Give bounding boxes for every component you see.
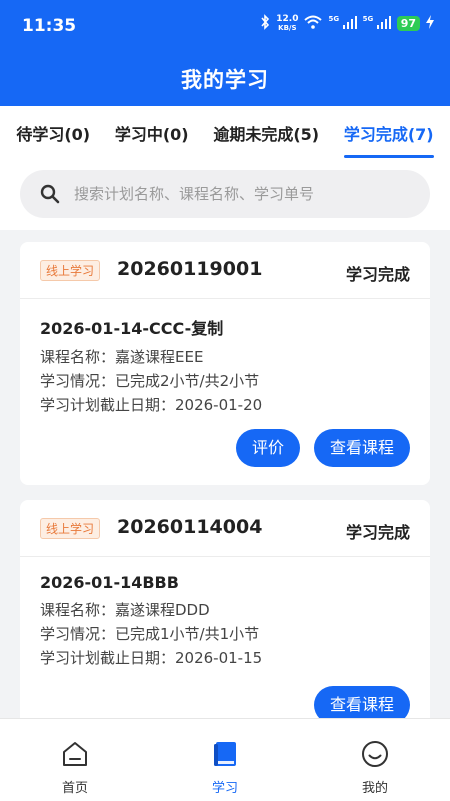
study-list: 线上学习 20260119001 学习完成 2026-01-14-CCC-复制 … bbox=[0, 240, 450, 718]
card-actions: 评价 查看课程 bbox=[235, 429, 410, 467]
bottom-nav: 首页 学习 我的 bbox=[0, 718, 450, 801]
bluetooth-icon bbox=[260, 14, 270, 33]
nav-mine-label: 我的 bbox=[361, 781, 388, 796]
tab-bar: 待学习(0) 学习中(0) 逾期未完成(5) 学习完成(7) bbox=[0, 106, 450, 160]
study-code: 20260119001 bbox=[117, 258, 263, 280]
wifi-icon bbox=[304, 15, 323, 32]
study-status: 学习完成 bbox=[345, 265, 410, 284]
card-body: 2026-01-14-CCC-复制 课程名称：嘉遂课程EEE 学习情况：已完成2… bbox=[20, 299, 430, 417]
sim1-signal-icon: 5G bbox=[328, 15, 357, 32]
study-status: 学习完成 bbox=[345, 523, 410, 542]
status-bar: 11:35 12.0 KB/S 5G 5G 97 bbox=[0, 0, 450, 52]
battery-indicator: 97 bbox=[396, 16, 420, 31]
search-bar[interactable] bbox=[20, 170, 430, 218]
nav-home-label: 首页 bbox=[61, 781, 88, 796]
book-icon bbox=[214, 742, 236, 766]
tab-overdue[interactable]: 逾期未完成(5) bbox=[213, 107, 319, 159]
sim2-signal-icon: 5G bbox=[363, 15, 391, 32]
study-type-badge: 线上学习 bbox=[40, 260, 101, 281]
plan-name: 2026-01-14-CCC-复制 bbox=[40, 319, 224, 338]
nav-study[interactable]: 学习 bbox=[165, 719, 285, 796]
net-speed: 12.0 KB/S bbox=[276, 13, 299, 32]
course-name: 课程名称：嘉遂课程DDD bbox=[40, 601, 210, 619]
nav-home[interactable]: 首页 bbox=[15, 719, 135, 796]
search-icon bbox=[40, 184, 60, 204]
plan-deadline: 学习计划截止日期：2026-01-20 bbox=[40, 396, 263, 414]
nav-mine[interactable]: 我的 bbox=[315, 719, 435, 796]
search-input[interactable] bbox=[72, 184, 406, 204]
header: 11:35 12.0 KB/S 5G 5G 97 我的学习 bbox=[0, 0, 450, 106]
card-header: 线上学习 20260114004 学习完成 bbox=[20, 500, 430, 557]
card-actions: 查看课程 bbox=[313, 686, 410, 718]
status-time: 11:35 bbox=[22, 16, 77, 36]
card-body: 2026-01-14BBB 课程名称：嘉遂课程DDD 学习情况：已完成1小节/共… bbox=[20, 557, 430, 670]
study-card[interactable]: 线上学习 20260119001 学习完成 2026-01-14-CCC-复制 … bbox=[20, 242, 430, 485]
study-card[interactable]: 线上学习 20260114004 学习完成 2026-01-14BBB 课程名称… bbox=[20, 500, 430, 718]
tab-in-progress[interactable]: 学习中(0) bbox=[115, 107, 189, 159]
study-code: 20260114004 bbox=[117, 516, 263, 538]
plan-deadline: 学习计划截止日期：2026-01-15 bbox=[40, 649, 263, 667]
study-type-badge: 线上学习 bbox=[40, 518, 101, 539]
charging-icon bbox=[426, 15, 434, 32]
study-progress: 学习情况：已完成2小节/共2小节 bbox=[40, 372, 260, 390]
view-course-button[interactable]: 查看课程 bbox=[313, 686, 410, 718]
rate-button[interactable]: 评价 bbox=[235, 429, 300, 467]
nav-study-label: 学习 bbox=[211, 781, 238, 796]
tab-completed[interactable]: 学习完成(7) bbox=[343, 107, 434, 159]
status-icons: 12.0 KB/S 5G 5G 97 bbox=[260, 14, 434, 33]
tab-pending[interactable]: 待学习(0) bbox=[16, 107, 90, 159]
page-title: 我的学习 bbox=[181, 68, 269, 92]
home-icon bbox=[63, 742, 87, 766]
study-progress: 学习情况：已完成1小节/共1小节 bbox=[40, 625, 260, 643]
search-section bbox=[0, 160, 450, 230]
card-header: 线上学习 20260119001 学习完成 bbox=[20, 242, 430, 299]
plan-name: 2026-01-14BBB bbox=[40, 573, 179, 592]
view-course-button[interactable]: 查看课程 bbox=[313, 429, 410, 467]
course-name: 课程名称：嘉遂课程EEE bbox=[40, 348, 204, 366]
smile-icon bbox=[362, 741, 388, 767]
